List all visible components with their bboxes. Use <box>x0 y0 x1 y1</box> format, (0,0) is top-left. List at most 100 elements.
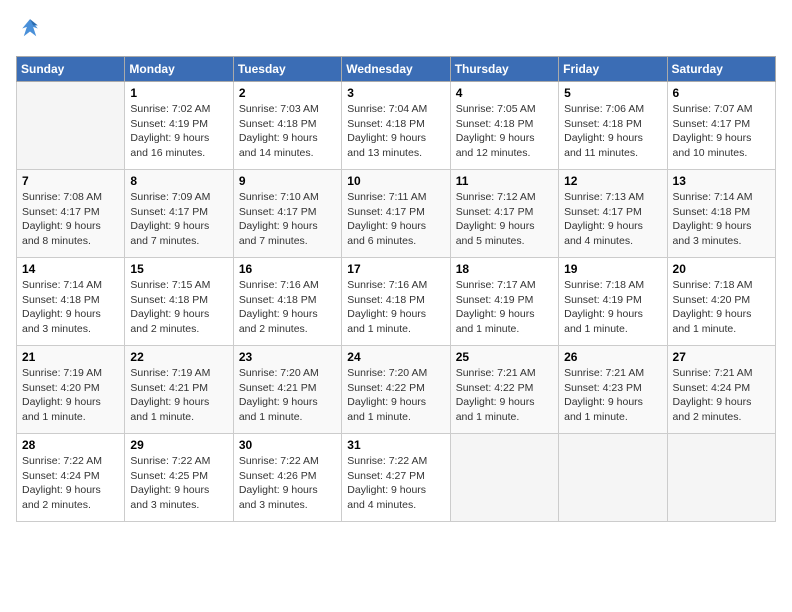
day-number: 31 <box>347 438 444 452</box>
day-number: 21 <box>22 350 119 364</box>
day-info: Sunrise: 7:13 AMSunset: 4:17 PMDaylight:… <box>564 190 661 249</box>
day-info: Sunrise: 7:22 AMSunset: 4:27 PMDaylight:… <box>347 454 444 513</box>
day-number: 25 <box>456 350 553 364</box>
calendar-cell: 23 Sunrise: 7:20 AMSunset: 4:21 PMDayligh… <box>233 346 341 434</box>
weekday-header-saturday: Saturday <box>667 57 775 82</box>
day-info: Sunrise: 7:16 AMSunset: 4:18 PMDaylight:… <box>239 278 336 337</box>
day-info: Sunrise: 7:18 AMSunset: 4:19 PMDaylight:… <box>564 278 661 337</box>
day-number: 10 <box>347 174 444 188</box>
logo <box>16 16 48 44</box>
day-info: Sunrise: 7:18 AMSunset: 4:20 PMDaylight:… <box>673 278 770 337</box>
day-number: 2 <box>239 86 336 100</box>
day-info: Sunrise: 7:04 AMSunset: 4:18 PMDaylight:… <box>347 102 444 161</box>
calendar-cell: 25 Sunrise: 7:21 AMSunset: 4:22 PMDayligh… <box>450 346 558 434</box>
day-info: Sunrise: 7:02 AMSunset: 4:19 PMDaylight:… <box>130 102 227 161</box>
day-number: 18 <box>456 262 553 276</box>
day-info: Sunrise: 7:08 AMSunset: 4:17 PMDaylight:… <box>22 190 119 249</box>
calendar-week-1: 1Sunrise: 7:02 AMSunset: 4:19 PMDaylight… <box>17 82 776 170</box>
weekday-header-thursday: Thursday <box>450 57 558 82</box>
calendar-cell: 19Sunrise: 7:18 AMSunset: 4:19 PMDayligh… <box>559 258 667 346</box>
day-info: Sunrise: 7:12 AMSunset: 4:17 PMDaylight:… <box>456 190 553 249</box>
calendar-cell: 11 Sunrise: 7:12 AMSunset: 4:17 PMDayligh… <box>450 170 558 258</box>
weekday-header-wednesday: Wednesday <box>342 57 450 82</box>
calendar-week-4: 21 Sunrise: 7:19 AMSunset: 4:20 PMDayligh… <box>17 346 776 434</box>
calendar-cell: 5Sunrise: 7:06 AMSunset: 4:18 PMDaylight… <box>559 82 667 170</box>
day-info: Sunrise: 7:21 AMSunset: 4:24 PMDaylight:… <box>673 366 770 425</box>
day-info: Sunrise: 7:22 AMSunset: 4:25 PMDaylight:… <box>130 454 227 513</box>
calendar-cell: 3 Sunrise: 7:04 AMSunset: 4:18 PMDaylight… <box>342 82 450 170</box>
calendar-cell: 7 Sunrise: 7:08 AMSunset: 4:17 PMDaylight… <box>17 170 125 258</box>
day-number: 29 <box>130 438 227 452</box>
calendar-cell: 27 Sunrise: 7:21 AMSunset: 4:24 PMDayligh… <box>667 346 775 434</box>
day-number: 3 <box>347 86 444 100</box>
day-info: Sunrise: 7:17 AMSunset: 4:19 PMDaylight:… <box>456 278 553 337</box>
day-info: Sunrise: 7:22 AMSunset: 4:24 PMDaylight:… <box>22 454 119 513</box>
weekday-header-sunday: Sunday <box>17 57 125 82</box>
day-info: Sunrise: 7:14 AMSunset: 4:18 PMDaylight:… <box>673 190 770 249</box>
logo-icon <box>16 16 44 44</box>
calendar-week-3: 14 Sunrise: 7:14 AMSunset: 4:18 PMDayligh… <box>17 258 776 346</box>
calendar-body: 1Sunrise: 7:02 AMSunset: 4:19 PMDaylight… <box>17 82 776 522</box>
day-number: 16 <box>239 262 336 276</box>
weekday-header-monday: Monday <box>125 57 233 82</box>
day-info: Sunrise: 7:19 AMSunset: 4:20 PMDaylight:… <box>22 366 119 425</box>
day-number: 27 <box>673 350 770 364</box>
day-info: Sunrise: 7:14 AMSunset: 4:18 PMDaylight:… <box>22 278 119 337</box>
calendar-cell: 17 Sunrise: 7:16 AMSunset: 4:18 PMDayligh… <box>342 258 450 346</box>
calendar-cell: 12 Sunrise: 7:13 AMSunset: 4:17 PMDayligh… <box>559 170 667 258</box>
day-info: Sunrise: 7:05 AMSunset: 4:18 PMDaylight:… <box>456 102 553 161</box>
page-header <box>16 16 776 44</box>
day-number: 6 <box>673 86 770 100</box>
calendar-cell: 31 Sunrise: 7:22 AMSunset: 4:27 PMDayligh… <box>342 434 450 522</box>
day-number: 20 <box>673 262 770 276</box>
day-number: 7 <box>22 174 119 188</box>
day-number: 17 <box>347 262 444 276</box>
calendar-cell: 26 Sunrise: 7:21 AMSunset: 4:23 PMDayligh… <box>559 346 667 434</box>
weekday-header-tuesday: Tuesday <box>233 57 341 82</box>
calendar-table: SundayMondayTuesdayWednesdayThursdayFrid… <box>16 56 776 522</box>
calendar-cell: 29 Sunrise: 7:22 AMSunset: 4:25 PMDayligh… <box>125 434 233 522</box>
calendar-header: SundayMondayTuesdayWednesdayThursdayFrid… <box>17 57 776 82</box>
day-number: 9 <box>239 174 336 188</box>
calendar-cell: 2Sunrise: 7:03 AMSunset: 4:18 PMDaylight… <box>233 82 341 170</box>
day-info: Sunrise: 7:19 AMSunset: 4:21 PMDaylight:… <box>130 366 227 425</box>
calendar-cell: 28Sunrise: 7:22 AMSunset: 4:24 PMDayligh… <box>17 434 125 522</box>
day-info: Sunrise: 7:16 AMSunset: 4:18 PMDaylight:… <box>347 278 444 337</box>
calendar-cell: 8Sunrise: 7:09 AMSunset: 4:17 PMDaylight… <box>125 170 233 258</box>
day-number: 13 <box>673 174 770 188</box>
calendar-cell: 13 Sunrise: 7:14 AMSunset: 4:18 PMDayligh… <box>667 170 775 258</box>
weekday-header-row: SundayMondayTuesdayWednesdayThursdayFrid… <box>17 57 776 82</box>
day-info: Sunrise: 7:20 AMSunset: 4:21 PMDaylight:… <box>239 366 336 425</box>
day-number: 15 <box>130 262 227 276</box>
day-number: 26 <box>564 350 661 364</box>
day-number: 11 <box>456 174 553 188</box>
day-number: 30 <box>239 438 336 452</box>
calendar-cell: 4 Sunrise: 7:05 AMSunset: 4:18 PMDaylight… <box>450 82 558 170</box>
day-info: Sunrise: 7:11 AMSunset: 4:17 PMDaylight:… <box>347 190 444 249</box>
day-info: Sunrise: 7:09 AMSunset: 4:17 PMDaylight:… <box>130 190 227 249</box>
day-number: 12 <box>564 174 661 188</box>
day-number: 23 <box>239 350 336 364</box>
calendar-week-2: 7 Sunrise: 7:08 AMSunset: 4:17 PMDaylight… <box>17 170 776 258</box>
day-number: 14 <box>22 262 119 276</box>
calendar-cell: 10 Sunrise: 7:11 AMSunset: 4:17 PMDayligh… <box>342 170 450 258</box>
calendar-cell: 22 Sunrise: 7:19 AMSunset: 4:21 PMDayligh… <box>125 346 233 434</box>
calendar-cell: 30Sunrise: 7:22 AMSunset: 4:26 PMDayligh… <box>233 434 341 522</box>
calendar-cell: 21 Sunrise: 7:19 AMSunset: 4:20 PMDayligh… <box>17 346 125 434</box>
day-info: Sunrise: 7:15 AMSunset: 4:18 PMDaylight:… <box>130 278 227 337</box>
day-info: Sunrise: 7:21 AMSunset: 4:22 PMDaylight:… <box>456 366 553 425</box>
calendar-cell <box>559 434 667 522</box>
day-number: 4 <box>456 86 553 100</box>
day-info: Sunrise: 7:10 AMSunset: 4:17 PMDaylight:… <box>239 190 336 249</box>
day-number: 24 <box>347 350 444 364</box>
day-info: Sunrise: 7:21 AMSunset: 4:23 PMDaylight:… <box>564 366 661 425</box>
day-number: 22 <box>130 350 227 364</box>
calendar-cell: 24Sunrise: 7:20 AMSunset: 4:22 PMDayligh… <box>342 346 450 434</box>
calendar-cell: 16 Sunrise: 7:16 AMSunset: 4:18 PMDayligh… <box>233 258 341 346</box>
calendar-cell: 9 Sunrise: 7:10 AMSunset: 4:17 PMDaylight… <box>233 170 341 258</box>
weekday-header-friday: Friday <box>559 57 667 82</box>
calendar-cell: 20 Sunrise: 7:18 AMSunset: 4:20 PMDayligh… <box>667 258 775 346</box>
calendar-cell: 15 Sunrise: 7:15 AMSunset: 4:18 PMDayligh… <box>125 258 233 346</box>
calendar-cell: 18 Sunrise: 7:17 AMSunset: 4:19 PMDayligh… <box>450 258 558 346</box>
calendar-week-5: 28Sunrise: 7:22 AMSunset: 4:24 PMDayligh… <box>17 434 776 522</box>
